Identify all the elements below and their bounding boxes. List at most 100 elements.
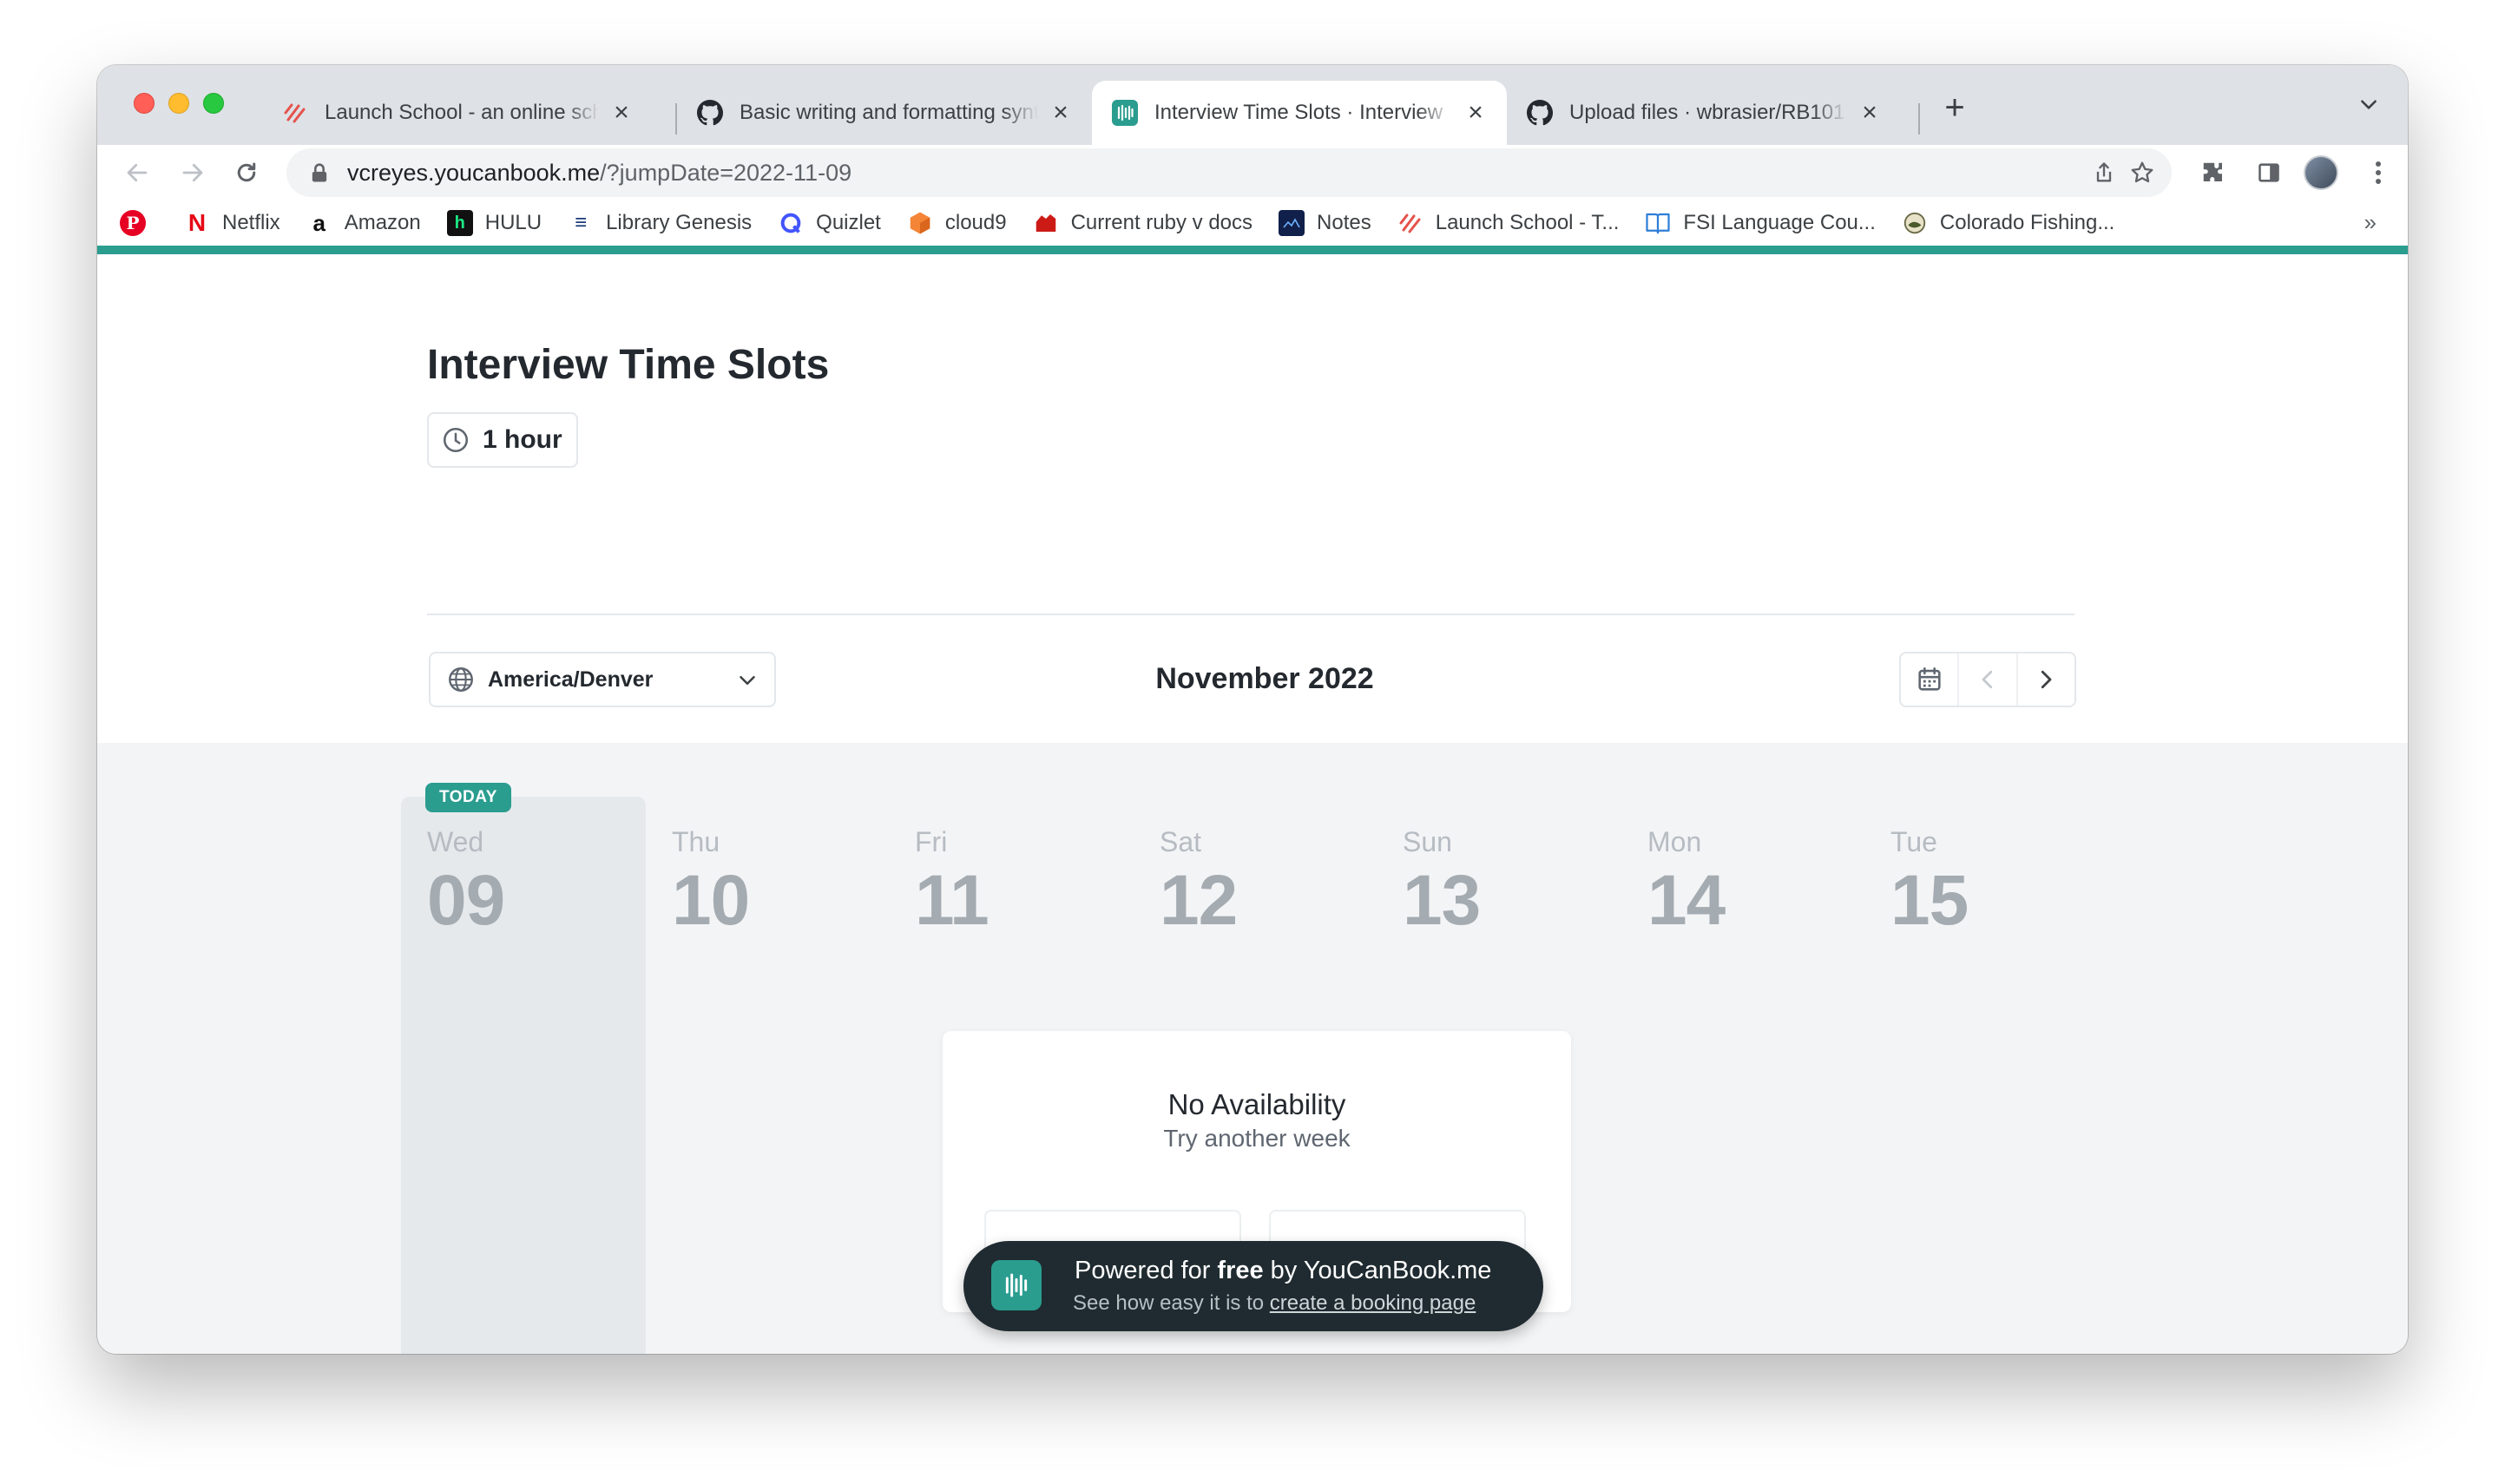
bookmark-ruby-docs[interactable]: Current ruby v docs [1033, 210, 1252, 236]
bookmarks-bar: P N Netflix a Amazon h HULU ≡ Library Ge… [97, 200, 2408, 246]
day-column-sat: Sat 12 [1160, 826, 1238, 942]
bookmark-label: HULU [484, 211, 542, 234]
new-tab-button[interactable]: + [1937, 90, 1972, 126]
day-column-wed: Wed 09 [427, 826, 505, 942]
day-name: Fri [915, 826, 948, 857]
side-panel-icon[interactable] [2250, 154, 2288, 192]
day-number: 13 [1403, 861, 1481, 940]
browser-toolbar: vcreyes.youcanbook.me/?jumpDate=2022-11-… [97, 145, 2408, 200]
github-icon [1526, 99, 1554, 127]
no-availability-title: No Availability [1167, 1088, 1346, 1120]
tab-interview-time-slots[interactable]: Interview Time Slots · Interview × [1092, 81, 1507, 145]
forward-button[interactable] [174, 154, 212, 192]
day-number: 15 [1890, 861, 1969, 940]
duration-badge: 1 hour [427, 412, 578, 468]
bookmark-label: Launch School - T... [1435, 211, 1620, 234]
day-column-thu: Thu 10 [672, 826, 750, 942]
bookmark-colorado-fishing[interactable]: Colorado Fishing... [1902, 210, 2114, 236]
url-text[interactable]: vcreyes.youcanbook.me/?jumpDate=2022-11-… [347, 160, 851, 187]
no-availability-subtitle: Try another week [1163, 1125, 1351, 1152]
launch-school-icon [281, 99, 309, 127]
day-column-mon: Mon 14 [1647, 826, 1726, 942]
day-column-sun: Sun 13 [1403, 826, 1481, 942]
bookmark-cloud9[interactable]: cloud9 [907, 210, 1007, 236]
page-title: Interview Time Slots [427, 342, 830, 388]
bookmark-library-genesis[interactable]: ≡ Library Genesis [568, 210, 752, 236]
day-number: 14 [1647, 861, 1726, 940]
tab-search-chevron-icon[interactable] [2356, 93, 2382, 119]
more-menu-icon[interactable] [2359, 154, 2397, 192]
month-label: November 2022 [1155, 662, 1374, 695]
previous-week-button[interactable] [1957, 653, 2015, 706]
day-number: 09 [427, 861, 505, 940]
close-icon[interactable]: × [1857, 98, 1882, 127]
close-icon[interactable]: × [1463, 98, 1488, 127]
day-column-tue: Tue 15 [1890, 826, 1969, 942]
bookmark-label: Colorado Fishing... [1939, 211, 2115, 234]
address-bar[interactable]: vcreyes.youcanbook.me/?jumpDate=2022-11-… [286, 148, 2172, 197]
browser-window: Launch School - an online school for Sof… [97, 65, 2408, 1354]
fishing-icon [1902, 210, 1928, 236]
tab-title: Interview Time Slots · Interview [1154, 101, 1443, 124]
bookmark-hulu[interactable]: h HULU [446, 210, 542, 236]
ruby-icon [1033, 210, 1059, 236]
create-booking-page-link[interactable]: create a booking page [1270, 1291, 1476, 1315]
tab-separator [1918, 103, 1920, 135]
bookmarks-overflow-button[interactable]: » [2364, 209, 2377, 236]
netflix-icon: N [187, 209, 207, 236]
close-icon[interactable]: × [1049, 98, 1073, 127]
youcanbookme-icon [1111, 99, 1139, 127]
powered-by-banner[interactable]: Powered for free by YouCanBook.me See ho… [963, 1241, 1543, 1331]
lock-icon [312, 163, 327, 182]
chevron-right-icon [2041, 670, 2052, 689]
brand-accent-bar [97, 246, 2408, 254]
chevron-left-icon [1982, 670, 1993, 689]
day-name: Thu [672, 826, 720, 857]
bookmark-netflix[interactable]: N Netflix [184, 209, 280, 236]
next-week-button[interactable] [2015, 653, 2074, 706]
close-icon[interactable]: × [609, 98, 634, 127]
reload-button[interactable] [227, 154, 266, 192]
chevron-down-icon [740, 676, 755, 685]
tab-upload-files[interactable]: Upload files · wbrasier/RB101 × [1507, 81, 1901, 145]
youcanbookme-logo-icon [991, 1260, 1042, 1310]
library-genesis-icon: ≡ [575, 211, 588, 234]
day-column-fri: Fri 11 [915, 826, 990, 942]
bookmark-pinterest[interactable]: P [120, 210, 158, 236]
fullscreen-window-button[interactable] [203, 93, 224, 114]
calendar-icon [1918, 666, 1941, 691]
day-number: 12 [1160, 861, 1238, 940]
week-navigation [1899, 652, 2076, 707]
booking-header: Interview Time Slots 1 hour America/Denv… [97, 254, 2408, 743]
minimize-window-button[interactable] [168, 93, 189, 114]
bookmark-label: FSI Language Cou... [1683, 211, 1876, 234]
back-button[interactable] [118, 154, 156, 192]
timezone-select[interactable]: America/Denver [429, 652, 776, 707]
pinterest-icon: P [120, 210, 146, 236]
close-window-button[interactable] [134, 93, 155, 114]
share-icon[interactable] [2088, 157, 2120, 188]
date-picker-button[interactable] [1901, 653, 1957, 706]
launch-school-icon [1397, 210, 1423, 236]
tab-strip: Launch School - an online school for Sof… [97, 65, 2408, 145]
book-icon [1645, 210, 1671, 236]
quizlet-icon [778, 210, 804, 236]
tab-github-docs[interactable]: Basic writing and formatting syntax - Gi… [677, 81, 1092, 145]
bookmark-star-icon[interactable] [2127, 157, 2158, 188]
tab-launch-school[interactable]: Launch School - an online school for Sof… [262, 81, 653, 145]
extensions-puzzle-icon[interactable] [2194, 154, 2232, 192]
divider [427, 614, 2074, 615]
bookmark-launch-school[interactable]: Launch School - T... [1397, 210, 1620, 236]
bookmark-fsi-language[interactable]: FSI Language Cou... [1645, 210, 1876, 236]
tab-title: Launch School - an online school for Sof… [325, 101, 599, 124]
day-name: Sat [1160, 826, 1202, 857]
bookmark-notes[interactable]: Notes [1279, 210, 1371, 236]
cloud9-icon [907, 210, 933, 236]
tab-title: Basic writing and formatting syntax - Gi… [740, 101, 1038, 124]
forward-arrow-icon [182, 163, 203, 182]
amazon-icon: a [312, 209, 325, 236]
bookmark-quizlet[interactable]: Quizlet [778, 210, 881, 236]
bookmark-label: Notes [1317, 211, 1371, 234]
bookmark-amazon[interactable]: a Amazon [306, 209, 420, 236]
profile-avatar[interactable] [2304, 155, 2338, 190]
